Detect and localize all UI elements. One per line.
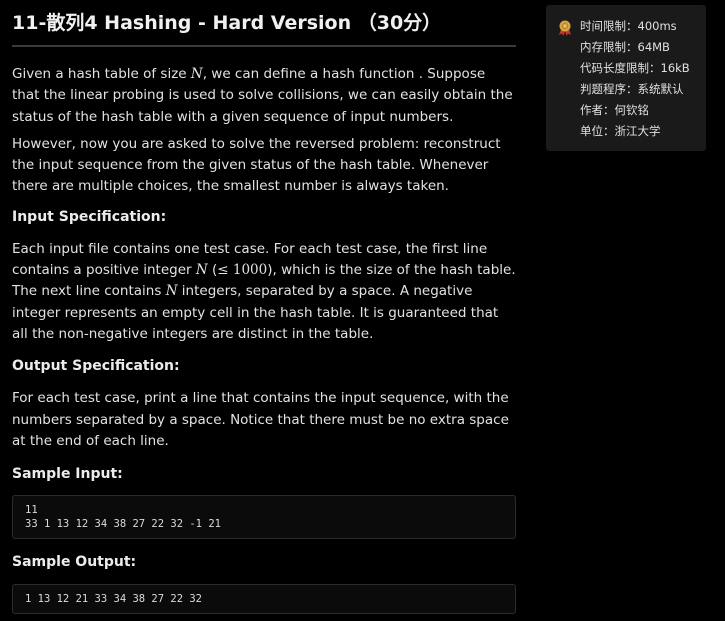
description-text: Given a hash table of size: [12, 66, 191, 82]
sample-output-code[interactable]: 1 13 12 21 33 34 38 27 22 32: [12, 584, 516, 615]
problem-info-panel: 时间限制：400ms 内存限制：64MB 代码长度限制：16kB 判题程序：系统…: [546, 5, 706, 151]
code-length-limit: 代码长度限制：16kB: [580, 61, 690, 75]
award-badge-icon: [558, 20, 572, 36]
sample-output-heading: Sample Output:: [12, 554, 137, 571]
math-number: 1000: [228, 262, 268, 279]
judge-program: 判题程序：系统默认: [580, 82, 684, 96]
description-paragraph-1: Given a hash table of size N, we can def…: [12, 64, 516, 128]
output-spec-heading: Output Specification:: [12, 358, 180, 375]
input-spec-text: Each input file contains one test case. …: [12, 239, 516, 345]
output-spec-text: For each test case, print a line that co…: [12, 390, 509, 449]
sample-input-heading: Sample Input:: [12, 466, 123, 483]
time-limit: 时间限制：400ms: [580, 19, 677, 33]
input-spec-part: (: [207, 262, 218, 279]
author: 作者：何钦铭: [580, 103, 649, 117]
code-line: 1 13 12 21 33 34 38 27 22 32: [25, 593, 203, 606]
math-n: N: [190, 66, 203, 82]
math-le: ≤: [217, 262, 229, 279]
problem-title: 11-散列4 Hashing - Hard Version （30分）: [12, 12, 442, 34]
input-spec-heading: Input Specification:: [12, 208, 167, 225]
problem-content: 11-散列4 Hashing - Hard Version （30分） Give…: [12, 0, 516, 615]
code-line: 33 1 13 12 34 38 27 22 32 -1 21: [25, 518, 221, 531]
title-divider: [12, 45, 516, 47]
description-paragraph-2: However, now you are asked to solve the …: [12, 135, 501, 195]
memory-limit: 内存限制：64MB: [580, 40, 670, 54]
code-line: 11: [25, 504, 38, 517]
organization: 单位：浙江大学: [580, 124, 661, 138]
math-n: N: [195, 262, 208, 279]
math-n: N: [165, 283, 178, 300]
sample-input-code[interactable]: 11 33 1 13 12 34 38 27 22 32 -1 21: [12, 495, 516, 540]
